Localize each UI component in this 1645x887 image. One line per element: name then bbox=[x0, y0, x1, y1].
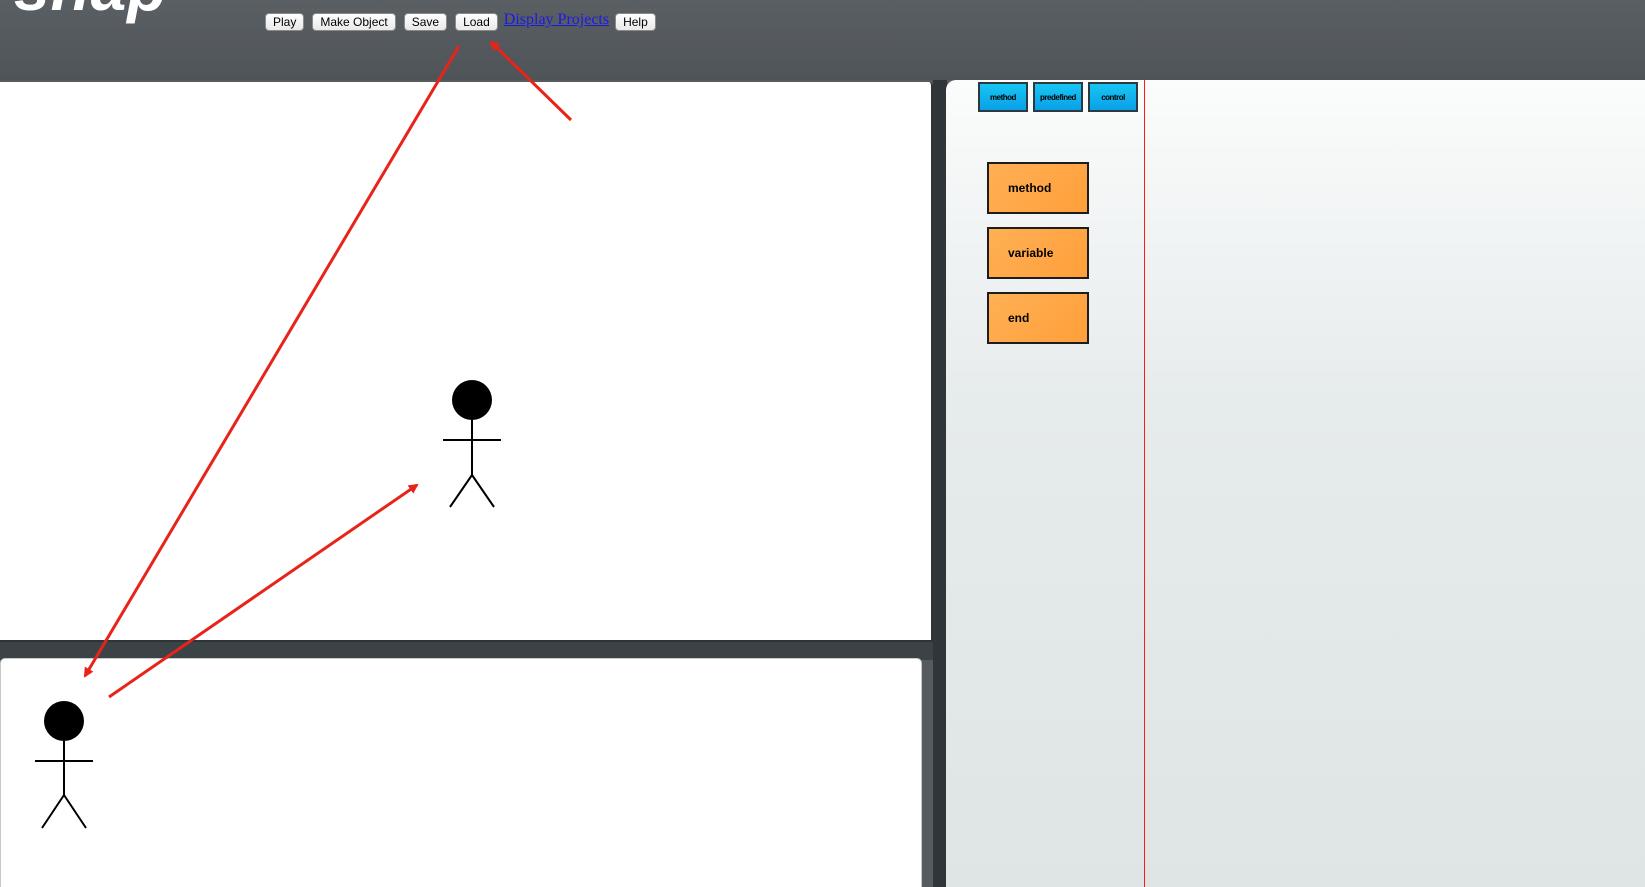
header-bar: snap Play Make Object Save Load Display … bbox=[0, 0, 1645, 80]
block-end[interactable]: end bbox=[987, 292, 1089, 344]
category-tab-predefined[interactable]: predefined bbox=[1033, 82, 1083, 112]
toolbar: Play Make Object Save Load Display Proje… bbox=[265, 11, 664, 32]
palette-divider-line bbox=[1144, 80, 1145, 887]
load-button[interactable]: Load bbox=[455, 13, 498, 31]
category-tab-method[interactable]: method bbox=[978, 82, 1028, 112]
panel-gutter bbox=[933, 80, 947, 887]
sprite-panel[interactable] bbox=[0, 658, 922, 887]
app-logo: snap bbox=[14, 0, 167, 20]
play-button[interactable]: Play bbox=[265, 13, 305, 31]
make-object-button[interactable]: Make Object bbox=[312, 13, 396, 31]
category-tab-control[interactable]: control bbox=[1088, 82, 1138, 112]
stage-canvas[interactable] bbox=[0, 82, 933, 642]
save-button[interactable]: Save bbox=[403, 13, 448, 31]
block-variable[interactable]: variable bbox=[987, 227, 1089, 279]
block-method[interactable]: method bbox=[987, 162, 1089, 214]
help-button[interactable]: Help bbox=[615, 13, 656, 31]
app-window: snap Play Make Object Save Load Display … bbox=[0, 0, 1645, 887]
display-projects-link[interactable]: Display Projects bbox=[504, 11, 609, 29]
